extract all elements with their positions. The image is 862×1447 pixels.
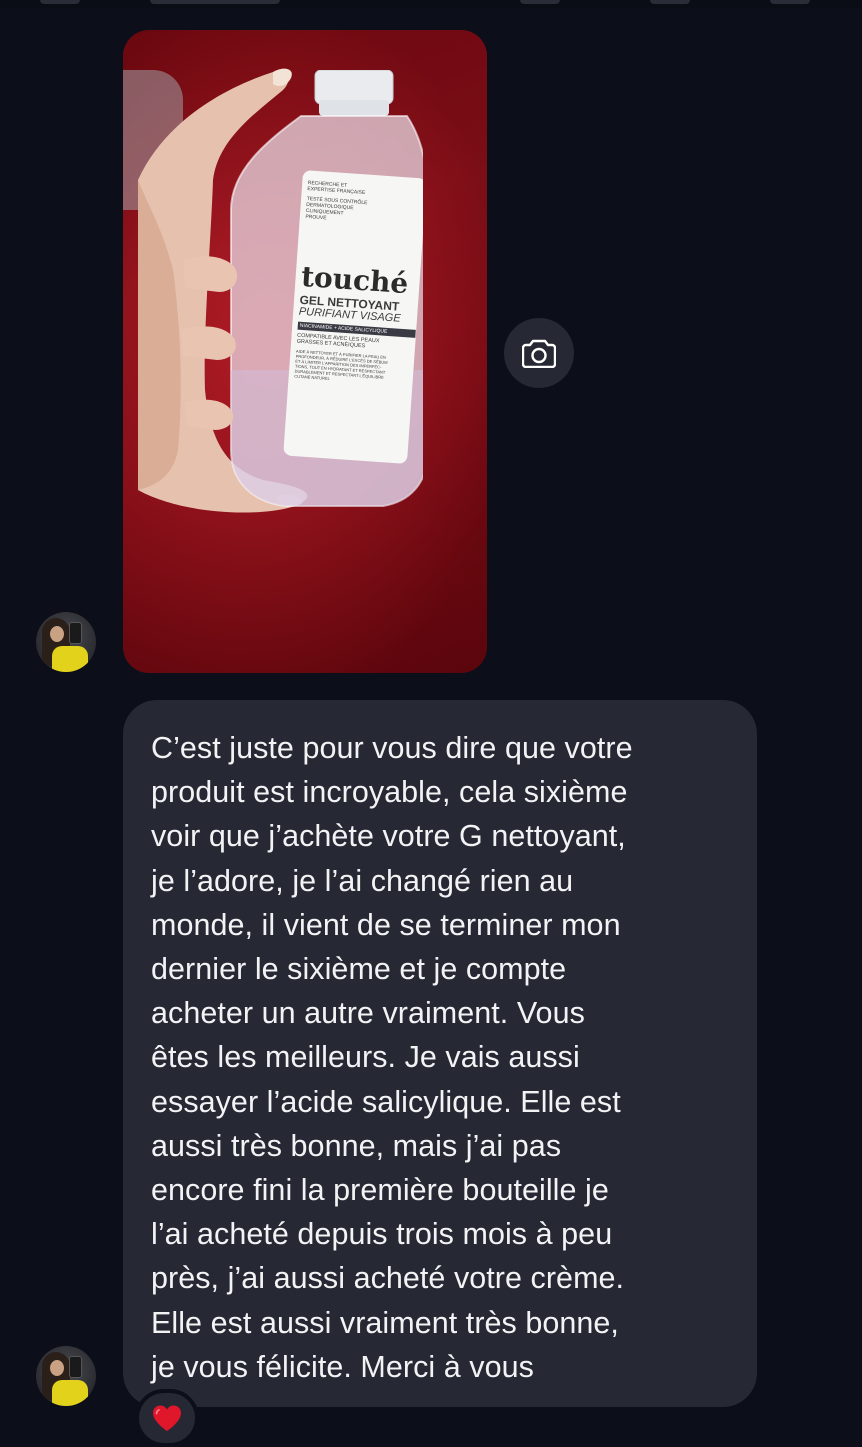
avatar-shirt bbox=[52, 1380, 88, 1406]
avatar-shirt bbox=[52, 646, 88, 672]
red-heart-icon bbox=[153, 1405, 181, 1431]
status-fragment bbox=[770, 0, 810, 4]
message-line: je vous félicite. Merci à vous bbox=[151, 1349, 534, 1384]
camera-icon bbox=[522, 339, 556, 368]
message-line: monde, il vient de se terminer mon bbox=[151, 907, 621, 942]
avatar-phone bbox=[69, 1356, 82, 1378]
message-line: aussi très bonne, mais j’ai pas bbox=[151, 1128, 562, 1163]
text-message-bubble[interactable]: C’est juste pour vous dire que votre pro… bbox=[123, 700, 757, 1407]
message-line: Elle est aussi vraiment très bonne, bbox=[151, 1305, 619, 1340]
message-line: dernier le sixième et je compte bbox=[151, 952, 567, 987]
status-fragment bbox=[650, 0, 690, 4]
avatar-phone bbox=[69, 622, 82, 644]
photo-message[interactable]: RECHERCHE ET EXPERTISE FRANÇAISE TESTÉ S… bbox=[123, 30, 487, 673]
avatar-face bbox=[50, 1360, 64, 1376]
heart-reaction[interactable] bbox=[135, 1389, 199, 1447]
status-fragment bbox=[520, 0, 560, 4]
message-line: l’ai acheté depuis trois mois à peu bbox=[151, 1217, 613, 1252]
message-line: près, j’ai aussi acheté votre crème. bbox=[151, 1261, 625, 1296]
message-line: produit est incroyable, cela sixième bbox=[151, 775, 628, 810]
status-fragment bbox=[150, 0, 280, 4]
message-line: voir que j’achète votre G nettoyant, bbox=[151, 819, 626, 854]
status-bar-fragment bbox=[0, 0, 862, 8]
fingers-overlay bbox=[181, 256, 238, 430]
message-line: acheter un autre vraiment. Vous bbox=[151, 996, 585, 1031]
message-line: êtes les meilleurs. Je vais aussi bbox=[151, 1040, 580, 1075]
camera-button[interactable] bbox=[504, 318, 574, 388]
status-fragment bbox=[40, 0, 80, 4]
sender-avatar[interactable] bbox=[36, 612, 96, 672]
sender-avatar[interactable] bbox=[36, 1346, 96, 1406]
message-line: essayer l’acide salicylique. Elle est bbox=[151, 1084, 621, 1119]
message-line: je l’adore, je l’ai changé rien au bbox=[151, 863, 574, 898]
avatar-face bbox=[50, 626, 64, 642]
message-text: C’est juste pour vous dire que votre pro… bbox=[151, 726, 733, 1389]
message-line: encore fini la première bouteille je bbox=[151, 1173, 609, 1208]
message-line: C’est juste pour vous dire que votre bbox=[151, 731, 633, 765]
